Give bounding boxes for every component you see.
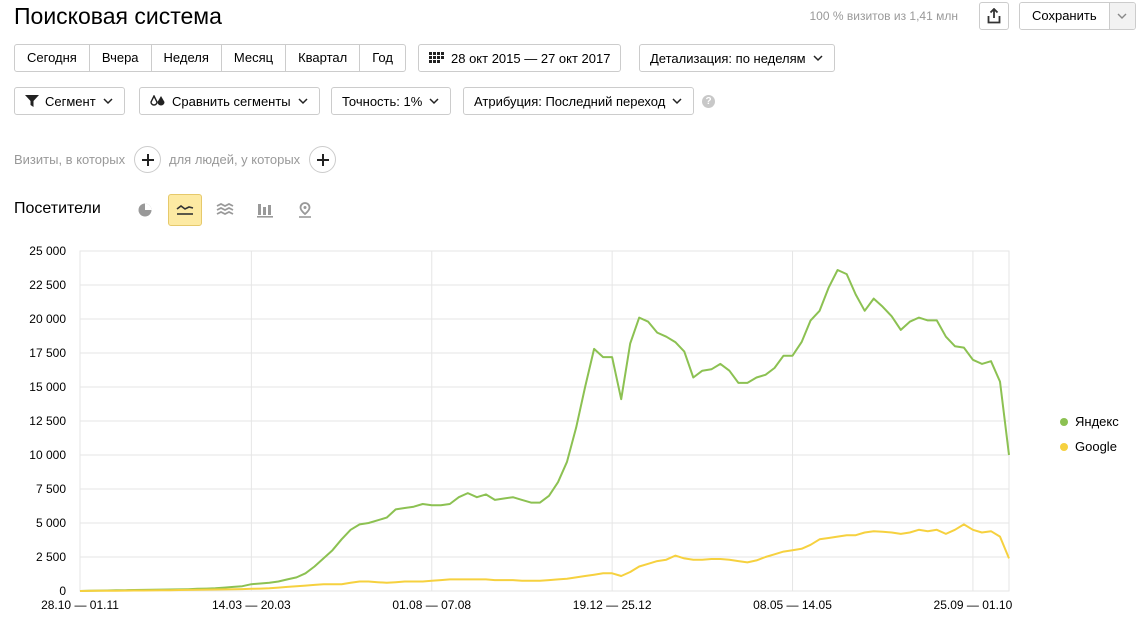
area-chart-icon xyxy=(216,203,234,216)
period-today[interactable]: Сегодня xyxy=(15,45,90,71)
period-year[interactable]: Год xyxy=(360,45,405,71)
accuracy-dropdown[interactable]: Точность: 1% xyxy=(331,87,452,115)
y-tick-label: 7 500 xyxy=(36,482,66,496)
legend-yandex-label: Яндекс xyxy=(1075,414,1119,429)
chevron-down-icon xyxy=(103,98,113,105)
filter-icon xyxy=(25,95,39,107)
x-tick-label: 28.10 — 01.11 xyxy=(41,598,119,612)
chevron-down-icon xyxy=(813,55,823,62)
y-tick-label: 10 000 xyxy=(29,448,66,462)
chevron-down-icon xyxy=(672,98,682,105)
x-tick-label: 01.08 — 07.08 xyxy=(392,598,471,612)
visits-filter-label: Визиты, в которых xyxy=(14,152,126,167)
save-button[interactable]: Сохранить xyxy=(1020,3,1110,29)
y-tick-label: 20 000 xyxy=(29,312,66,326)
y-tick-label: 5 000 xyxy=(36,516,66,530)
segment-label: Сегмент xyxy=(45,93,96,109)
attribution-dropdown[interactable]: Атрибуция: Последний переход xyxy=(463,87,695,115)
y-tick-label: 12 500 xyxy=(29,414,66,428)
series-line-google xyxy=(79,523,1010,592)
y-tick-label: 0 xyxy=(59,584,66,598)
save-button-group: Сохранить xyxy=(1019,2,1136,30)
date-range-label: 28 окт 2015 — 27 окт 2017 xyxy=(451,50,611,66)
legend-yandex-dot xyxy=(1060,417,1068,426)
y-tick-label: 17 500 xyxy=(29,346,66,360)
chevron-down-icon xyxy=(1117,13,1127,19)
x-tick-label: 08.05 — 14.05 xyxy=(753,598,832,612)
view-bar-button[interactable] xyxy=(248,194,282,226)
accuracy-label: Точность: 1% xyxy=(342,93,423,109)
legend-item-yandex[interactable]: Яндекс xyxy=(1060,414,1119,429)
chevron-down-icon xyxy=(298,98,308,105)
view-map-button[interactable] xyxy=(288,194,322,226)
period-yesterday[interactable]: Вчера xyxy=(90,45,152,71)
pie-chart-icon xyxy=(138,203,152,217)
page-title: Поисковая система xyxy=(14,3,222,29)
compare-label: Сравнить сегменты xyxy=(172,93,291,109)
compare-drops-icon xyxy=(150,94,165,106)
date-range-button[interactable]: 28 окт 2015 — 27 окт 2017 xyxy=(418,44,622,72)
series-line-yandex xyxy=(79,269,1010,592)
compare-segments-dropdown[interactable]: Сравнить сегменты xyxy=(139,87,320,115)
x-tick-label: 19.12 — 25.12 xyxy=(573,598,652,612)
attribution-label: Атрибуция: Последний переход xyxy=(474,93,666,109)
chevron-down-icon xyxy=(429,98,439,105)
legend-item-google[interactable]: Google xyxy=(1060,439,1117,454)
line-chart-icon xyxy=(176,205,194,215)
plus-icon xyxy=(316,153,329,166)
y-tick-label: 2 500 xyxy=(36,550,66,564)
period-quarter[interactable]: Квартал xyxy=(286,45,361,71)
view-line-button[interactable] xyxy=(168,194,202,226)
save-options-button[interactable] xyxy=(1109,3,1135,29)
period-selector: Сегодня Вчера Неделя Месяц Квартал Год xyxy=(14,44,406,72)
map-pin-icon xyxy=(299,202,311,218)
people-filter-label: для людей, у которых xyxy=(169,152,301,167)
detail-label: Детализация: по неделям xyxy=(650,50,806,66)
help-icon[interactable]: ? xyxy=(702,95,715,108)
metric-title: Посетители xyxy=(14,200,101,217)
x-tick-label: 25.09 — 01.10 xyxy=(934,598,1013,612)
visits-sample-info: 100 % визитов из 1,41 млн xyxy=(809,9,959,23)
y-tick-label: 25 000 xyxy=(29,244,66,258)
visitors-line-chart: 0 2 500 5 000 7 500 10 000 12 500 15 000 17 500… xyxy=(29,244,1013,612)
y-tick-label: 22 500 xyxy=(29,278,66,292)
bar-chart-icon xyxy=(257,203,273,218)
period-month[interactable]: Месяц xyxy=(222,45,287,71)
share-icon xyxy=(987,8,1001,24)
add-people-condition-button[interactable] xyxy=(309,146,336,173)
view-area-button[interactable] xyxy=(208,194,242,226)
segment-dropdown[interactable]: Сегмент xyxy=(14,87,125,115)
plus-icon xyxy=(141,153,154,166)
detail-dropdown[interactable]: Детализация: по неделям xyxy=(639,44,835,72)
share-button[interactable] xyxy=(979,2,1009,30)
y-tick-label: 15 000 xyxy=(29,380,66,394)
legend-google-dot xyxy=(1060,442,1068,451)
legend-google-label: Google xyxy=(1075,439,1117,454)
period-week[interactable]: Неделя xyxy=(152,45,222,71)
view-pie-button[interactable] xyxy=(128,194,162,226)
calendar-icon xyxy=(429,52,444,63)
x-tick-label: 14.03 — 20.03 xyxy=(212,598,291,612)
add-visits-condition-button[interactable] xyxy=(134,146,161,173)
